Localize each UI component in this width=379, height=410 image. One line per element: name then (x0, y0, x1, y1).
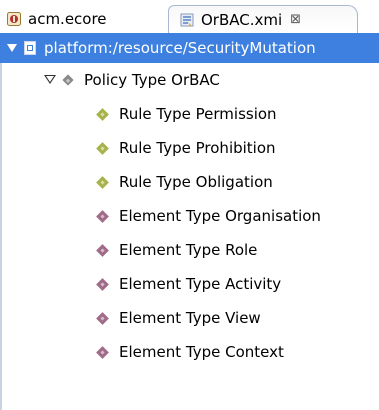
rule-type-icon (96, 141, 109, 155)
tab-label: OrBAC.xmi (201, 10, 283, 29)
resource-file-icon (24, 41, 36, 55)
rule-type-icon (96, 107, 109, 121)
element-type-icon (96, 243, 109, 257)
tree-row-rule-prohibition[interactable]: Rule Type Prohibition (96, 131, 276, 165)
policy-type-icon (62, 74, 74, 86)
element-type-icon (96, 345, 109, 359)
tab-acm-ecore[interactable]: acm.ecore (0, 6, 168, 32)
tree-item-label: Rule Type Prohibition (119, 139, 276, 157)
tree-row-element-organisation[interactable]: Element Type Organisation (96, 199, 321, 233)
element-type-icon (96, 277, 109, 291)
tree-item-label: Rule Type Obligation (119, 173, 273, 191)
tree-row-policy[interactable]: Policy Type OrBAC (44, 63, 220, 97)
collapse-toggle-icon[interactable] (44, 75, 56, 85)
tree-row-element-activity[interactable]: Element Type Activity (96, 267, 282, 301)
tree-item-label: Element Type View (119, 309, 261, 327)
tree-row-element-role[interactable]: Element Type Role (96, 233, 258, 267)
tree-item-label: Element Type Role (119, 241, 258, 259)
tree-row-rule-obligation[interactable]: Rule Type Obligation (96, 165, 273, 199)
tree-row-element-view[interactable]: Element Type View (96, 301, 261, 335)
tree-row-resource[interactable]: platform:/resource/SecurityMutation (0, 33, 379, 63)
tree-row-rule-permission[interactable]: Rule Type Permission (96, 97, 277, 131)
tree-item-label: Rule Type Permission (119, 105, 277, 123)
element-type-icon (96, 311, 109, 325)
collapse-toggle-icon[interactable] (7, 44, 17, 52)
tree-left-border (0, 63, 2, 410)
policy-label: Policy Type OrBAC (84, 71, 220, 89)
tab-orbac-xmi[interactable]: OrBAC.xmi ⊠ (168, 5, 358, 33)
editor-tab-bar: acm.ecore OrBAC.xmi ⊠ (0, 0, 379, 33)
ecore-package-icon (7, 12, 21, 26)
close-icon[interactable]: ⊠ (290, 12, 301, 27)
tree-item-label: Element Type Activity (119, 275, 282, 293)
rule-type-icon (96, 175, 109, 189)
tree-item-label: Element Type Organisation (119, 207, 321, 225)
tree-item-label: Element Type Context (119, 343, 284, 361)
tab-label: acm.ecore (28, 10, 107, 28)
tree-row-element-context[interactable]: Element Type Context (96, 335, 284, 369)
xmi-model-icon (180, 13, 194, 26)
resource-label: platform:/resource/SecurityMutation (44, 39, 316, 57)
element-type-icon (96, 209, 109, 223)
